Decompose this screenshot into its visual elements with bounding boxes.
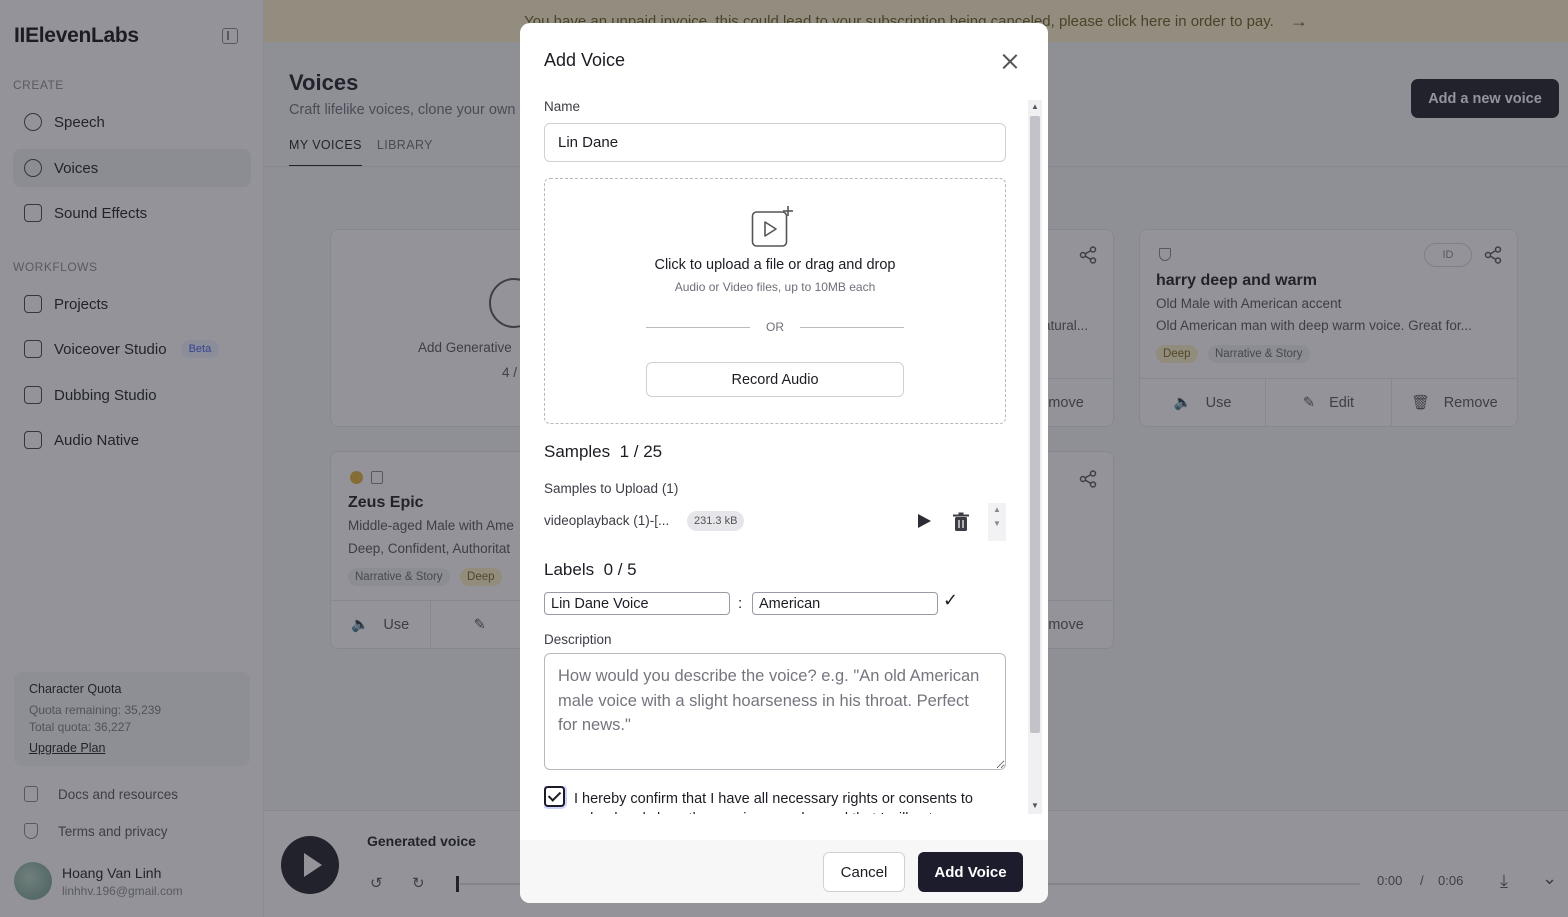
labels-heading-label: Labels [544, 560, 595, 579]
description-label: Description [544, 632, 612, 647]
record-audio-button[interactable]: Record Audio [646, 362, 904, 397]
label-value-input[interactable] [752, 592, 938, 615]
samples-to-upload-label: Samples to Upload (1) [544, 481, 679, 496]
add-voice-submit-button[interactable]: Add Voice [918, 852, 1023, 892]
add-voice-modal: Add Voice Name Click to upload a file or… [520, 23, 1048, 903]
scroll-up-icon[interactable]: ▲ [1028, 102, 1042, 111]
or-divider-right [800, 327, 904, 328]
sample-list-scrollbar[interactable]: ▲ ▼ [988, 503, 1006, 541]
modal-title: Add Voice [544, 50, 626, 70]
sample-row: videoplayback (1)-[... 231.3 kB ▲ ▼ [544, 503, 1006, 543]
upload-subtitle: Audio or Video files, up to 10MB each [674, 280, 876, 294]
consent-checkbox[interactable] [544, 786, 565, 807]
sample-size-badge: 231.3 kB [687, 511, 745, 531]
label-key-input[interactable] [544, 592, 730, 615]
label-colon: : [738, 595, 743, 612]
upload-title: Click to upload a file or drag and drop [654, 257, 896, 273]
upload-dropzone[interactable]: Click to upload a file or drag and drop … [544, 178, 1006, 424]
samples-heading-label: Samples [544, 442, 611, 461]
scrollbar-thumb[interactable] [1030, 116, 1040, 733]
consent-text: I hereby confirm that I have all necessa… [574, 791, 973, 814]
name-input[interactable] [544, 123, 1006, 162]
close-icon[interactable] [1000, 51, 1020, 71]
cancel-button[interactable]: Cancel [823, 852, 905, 892]
samples-heading: Samples 1 / 25 [544, 442, 662, 462]
delete-sample-icon[interactable] [952, 512, 970, 532]
description-textarea[interactable] [544, 653, 1006, 770]
scroll-down-icon[interactable]: ▼ [1028, 801, 1042, 810]
upload-video-icon [751, 206, 793, 247]
labels-heading: Labels 0 / 5 [544, 560, 637, 580]
name-label: Name [544, 99, 581, 114]
samples-count: 1 / 25 [619, 442, 663, 461]
or-label: OR [766, 320, 784, 334]
play-sample-icon[interactable] [918, 514, 931, 528]
consent-row: I hereby confirm that I have all necessa… [544, 786, 1006, 814]
modal-scrollbar[interactable]: ▲ ▼ [1028, 100, 1042, 814]
confirm-label-icon[interactable]: ✓ [943, 590, 958, 611]
sample-filename: videoplayback (1)-[... [544, 513, 670, 528]
labels-count: 0 / 5 [603, 560, 637, 579]
